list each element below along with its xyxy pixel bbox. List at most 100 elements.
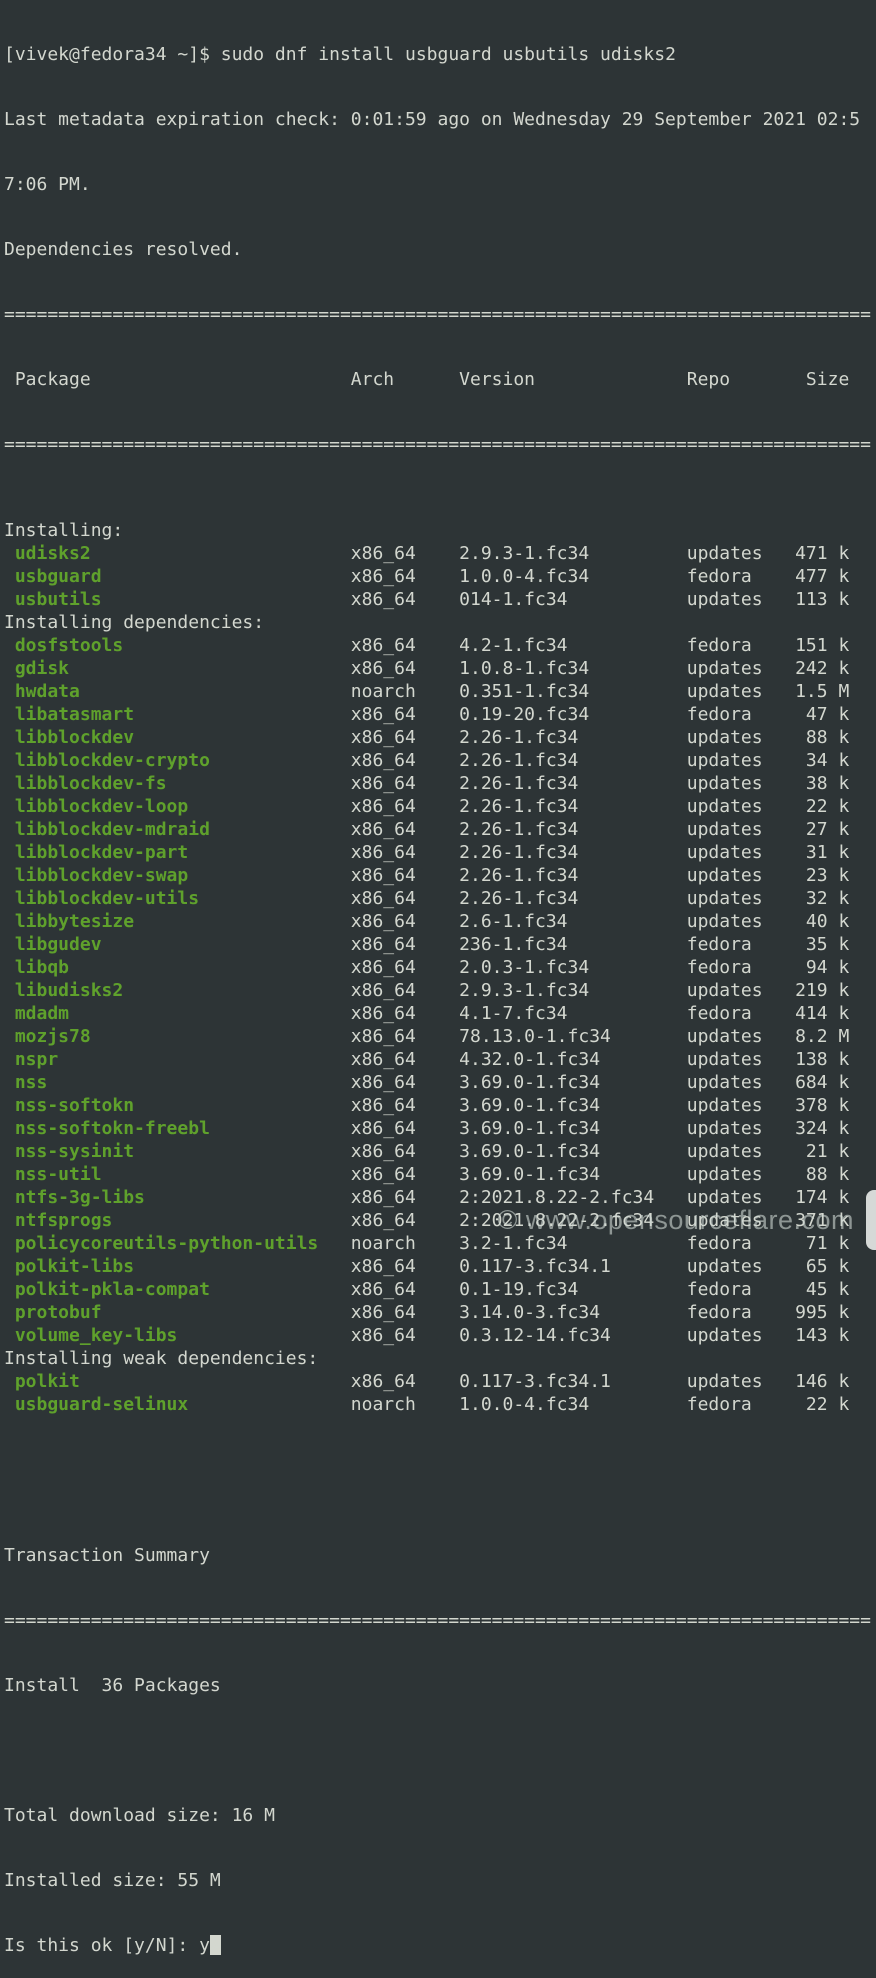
package-name: volume_key-libs [4,1325,351,1346]
watermark-text: © www.opensourceflare.com [497,1205,854,1236]
blank-line [4,1739,876,1762]
package-name: dosfstools [4,635,351,656]
metadata-line-1: Last metadata expiration check: 0:01:59 … [4,108,876,131]
package-name: libblockdev-swap [4,865,351,886]
package-details: x86_64 2.26-1.fc34 updates 32 k [351,888,850,909]
package-details: x86_64 3.69.0-1.fc34 updates 324 k [351,1118,850,1139]
package-details: x86_64 236-1.fc34 fedora 35 k [351,934,850,955]
package-name: libblockdev [4,727,351,748]
table-row: libblockdev-loop x86_64 2.26-1.fc34 upda… [4,795,876,818]
package-details: x86_64 3.69.0-1.fc34 updates 684 k [351,1072,850,1093]
command-line: [vivek@fedora34 ~]$ sudo dnf install usb… [4,43,876,66]
table-row: libblockdev-swap x86_64 2.26-1.fc34 upda… [4,864,876,887]
package-details: x86_64 014-1.fc34 updates 113 k [351,589,850,610]
package-details: x86_64 2.26-1.fc34 updates 22 k [351,796,850,817]
package-details: x86_64 2.26-1.fc34 updates 31 k [351,842,850,863]
package-details: x86_64 2.9.3-1.fc34 updates 219 k [351,980,850,1001]
table-row: usbutils x86_64 014-1.fc34 updates 113 k [4,588,876,611]
package-details: x86_64 1.0.8-1.fc34 updates 242 k [351,658,850,679]
table-row: nss-softokn-freebl x86_64 3.69.0-1.fc34 … [4,1117,876,1140]
package-name: libblockdev-utils [4,888,351,909]
section-label: Installing dependencies: [4,611,876,634]
installed-size-line: Installed size: 55 M [4,1869,876,1892]
package-details: x86_64 4.2-1.fc34 fedora 151 k [351,635,850,656]
table-row: udisks2 x86_64 2.9.3-1.fc34 updates 471 … [4,542,876,565]
package-details: x86_64 1.0.0-4.fc34 fedora 477 k [351,566,850,587]
table-row: nss-util x86_64 3.69.0-1.fc34 updates 88… [4,1163,876,1186]
package-name: libbytesize [4,911,351,932]
package-name: nss [4,1072,351,1093]
metadata-line-2: 7:06 PM. [4,173,876,196]
package-name: usbutils [4,589,351,610]
table-row: libbytesize x86_64 2.6-1.fc34 updates 40… [4,910,876,933]
terminal-cursor[interactable] [210,1935,221,1955]
package-details: x86_64 0.117-3.fc34.1 updates 146 k [351,1371,850,1392]
package-name: hwdata [4,681,351,702]
table-row: mozjs78 x86_64 78.13.0-1.fc34 updates 8.… [4,1025,876,1048]
package-name: libblockdev-loop [4,796,351,817]
table-row: nss-softokn x86_64 3.69.0-1.fc34 updates… [4,1094,876,1117]
package-name: policycoreutils-python-utils [4,1233,351,1254]
table-row: nss x86_64 3.69.0-1.fc34 updates 684 k [4,1071,876,1094]
table-row: polkit x86_64 0.117-3.fc34.1 updates 146… [4,1370,876,1393]
separator-line: ========================================… [4,303,876,326]
watermark-badge-fragment [866,1190,876,1250]
package-details: x86_64 4.32.0-1.fc34 updates 138 k [351,1049,850,1070]
package-details: x86_64 2.26-1.fc34 updates 27 k [351,819,850,840]
package-name: nss-sysinit [4,1141,351,1162]
package-name: libgudev [4,934,351,955]
table-row: dosfstools x86_64 4.2-1.fc34 fedora 151 … [4,634,876,657]
confirm-prompt-line[interactable]: Is this ok [y/N]: y [4,1934,876,1957]
package-name: libblockdev-crypto [4,750,351,771]
package-name: mozjs78 [4,1026,351,1047]
table-row: libblockdev-utils x86_64 2.26-1.fc34 upd… [4,887,876,910]
table-row: protobuf x86_64 3.14.0-3.fc34 fedora 995… [4,1301,876,1324]
section-label: Installing: [4,519,876,542]
table-row: volume_key-libs x86_64 0.3.12-14.fc34 up… [4,1324,876,1347]
package-details: x86_64 2.26-1.fc34 updates 38 k [351,773,850,794]
package-details: noarch 1.0.0-4.fc34 fedora 22 k [351,1394,850,1415]
table-row: nss-sysinit x86_64 3.69.0-1.fc34 updates… [4,1140,876,1163]
package-name: usbguard [4,566,351,587]
table-row: libqb x86_64 2.0.3-1.fc34 fedora 94 k [4,956,876,979]
package-details: x86_64 2.9.3-1.fc34 updates 471 k [351,543,850,564]
table-row: polkit-libs x86_64 0.117-3.fc34.1 update… [4,1255,876,1278]
table-row: nspr x86_64 4.32.0-1.fc34 updates 138 k [4,1048,876,1071]
download-size-line: Total download size: 16 M [4,1804,876,1827]
package-details: x86_64 78.13.0-1.fc34 updates 8.2 M [351,1026,850,1047]
package-name: polkit-pkla-compat [4,1279,351,1300]
package-name: nss-util [4,1164,351,1185]
table-row: hwdata noarch 0.351-1.fc34 updates 1.5 M [4,680,876,703]
separator-line: ========================================… [4,433,876,456]
confirm-answer-text: y [199,1935,210,1956]
package-name: gdisk [4,658,351,679]
package-name: libblockdev-part [4,842,351,863]
table-row: libblockdev-mdraid x86_64 2.26-1.fc34 up… [4,818,876,841]
package-details: x86_64 0.117-3.fc34.1 updates 65 k [351,1256,850,1277]
package-details: x86_64 2.0.3-1.fc34 fedora 94 k [351,957,850,978]
section-label: Installing weak dependencies: [4,1347,876,1370]
package-name: ntfsprogs [4,1210,351,1231]
table-row: libudisks2 x86_64 2.9.3-1.fc34 updates 2… [4,979,876,1002]
table-row: libblockdev-part x86_64 2.26-1.fc34 upda… [4,841,876,864]
package-table-body: Installing: udisks2 x86_64 2.9.3-1.fc34 … [4,519,876,1416]
terminal-window[interactable]: [vivek@fedora34 ~]$ sudo dnf install usb… [0,0,876,1242]
package-details: x86_64 2.26-1.fc34 updates 23 k [351,865,850,886]
package-details: x86_64 2.26-1.fc34 updates 88 k [351,727,850,748]
package-name: libblockdev-fs [4,773,351,794]
package-details: x86_64 3.69.0-1.fc34 updates 378 k [351,1095,850,1116]
transaction-summary-title: Transaction Summary [4,1544,876,1567]
table-row: usbguard x86_64 1.0.0-4.fc34 fedora 477 … [4,565,876,588]
package-details: x86_64 3.14.0-3.fc34 fedora 995 k [351,1302,850,1323]
table-row: libatasmart x86_64 0.19-20.fc34 fedora 4… [4,703,876,726]
table-row: libgudev x86_64 236-1.fc34 fedora 35 k [4,933,876,956]
package-name: protobuf [4,1302,351,1323]
package-name: ntfs-3g-libs [4,1187,351,1208]
package-name: nss-softokn-freebl [4,1118,351,1139]
package-details: x86_64 2.26-1.fc34 updates 34 k [351,750,850,771]
package-details: x86_64 0.1-19.fc34 fedora 45 k [351,1279,850,1300]
blank-line [4,1479,876,1502]
package-details: x86_64 0.19-20.fc34 fedora 47 k [351,704,850,725]
package-name: libatasmart [4,704,351,725]
package-details: noarch 0.351-1.fc34 updates 1.5 M [351,681,850,702]
